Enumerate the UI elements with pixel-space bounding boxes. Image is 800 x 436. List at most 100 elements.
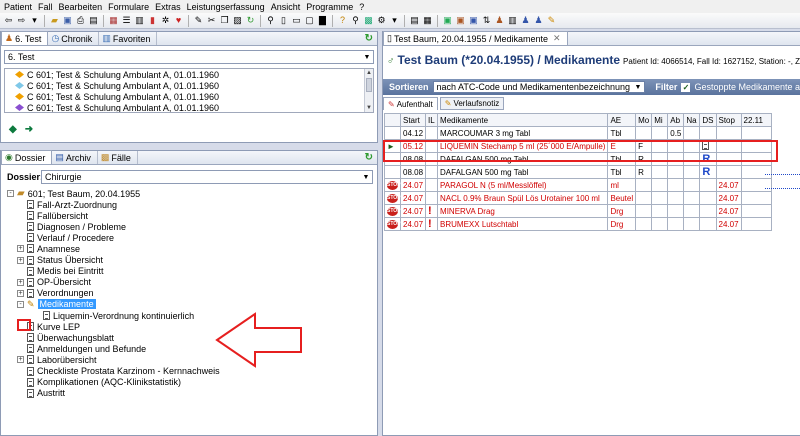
tab-dossier[interactable]: ◉ Dossier <box>1 150 53 164</box>
table-icon[interactable]: ▦ <box>422 15 433 26</box>
table-row[interactable]: STOP 24.07! MINERVA Drag Drg 24.07 <box>384 204 772 218</box>
folder-icon[interactable]: ▰ <box>49 15 60 26</box>
user-icon[interactable]: ♟ <box>494 15 505 26</box>
list-item[interactable]: C 601; Test & Schulung Ambulant A, 01.01… <box>5 80 373 91</box>
tree-item[interactable]: + Anamnese <box>17 243 80 254</box>
scroll-up-icon[interactable]: ▲ <box>365 69 373 77</box>
menu-item[interactable]: Programme <box>304 2 357 12</box>
patient-select[interactable]: 6. Test ▼ <box>4 50 374 64</box>
tab-chronik[interactable]: ◷ Chronik <box>48 32 100 45</box>
find-icon[interactable]: ⚲ <box>265 15 276 26</box>
scroll-down-icon[interactable]: ▼ <box>365 104 373 112</box>
column-header[interactable]: Medikamente <box>437 113 609 127</box>
arrow-left-icon[interactable]: ◆ <box>9 124 17 135</box>
refresh-icon[interactable]: ↻ <box>365 152 373 163</box>
stopped-meds-checkbox[interactable]: ✓ <box>681 82 691 92</box>
tree-item[interactable]: + Laborübersicht <box>17 354 97 365</box>
chart-bar-icon[interactable]: ▇ <box>317 15 328 26</box>
tab-patient[interactable]: ♟ 6. Test <box>1 31 49 45</box>
menu-item[interactable]: Formulare <box>106 2 153 12</box>
expand-icon[interactable]: + <box>17 356 24 364</box>
tab-verlaufsnotiz[interactable]: ✎ Verlaufsnotiz <box>439 97 505 110</box>
refresh-icon[interactable]: ↻ <box>245 15 256 26</box>
gear-icon[interactable]: ⚙ <box>376 15 387 26</box>
column-header[interactable]: DS <box>699 113 717 127</box>
expand-icon[interactable]: + <box>17 278 24 286</box>
tree-item[interactable]: Checkliste Prostata Karzinom - Kernnachw… <box>17 366 220 377</box>
collapse-icon[interactable]: - <box>17 300 24 308</box>
column-header[interactable]: AE <box>607 113 637 127</box>
column-header[interactable]: 22.11 <box>740 113 772 127</box>
copy-icon[interactable]: ❐ <box>219 15 230 26</box>
chevron-down-icon[interactable]: ▾ <box>389 15 400 26</box>
table-row[interactable]: 08.08 DAFALGAN 500 mg Tabl Tbl R R <box>384 165 772 179</box>
image-icon[interactable]: ▩ <box>363 15 374 26</box>
list-item[interactable]: C 601; Test & Schulung Ambulant A, 01.01… <box>5 91 373 102</box>
document-icon[interactable]: ▯ <box>278 15 289 26</box>
tree-item[interactable]: Diagnosen / Probleme <box>17 221 126 232</box>
case-list-scrollbar[interactable]: ▲ ▼ <box>364 69 373 112</box>
form-icon[interactable]: ▤ <box>409 15 420 26</box>
tree-item[interactable]: + Verordnungen <box>17 288 94 299</box>
heart-icon[interactable]: ♥ <box>173 15 184 26</box>
expand-icon[interactable]: + <box>17 245 24 253</box>
settings-icon[interactable]: ✲ <box>160 15 171 26</box>
grid-icon[interactable]: ▥ <box>134 15 145 26</box>
menu-item[interactable]: Ansicht <box>269 2 305 12</box>
scissors-icon[interactable]: ✂ <box>206 15 217 26</box>
edit-icon[interactable]: ✎ <box>546 15 557 26</box>
tree-item[interactable]: Überwachungsblatt <box>17 332 114 343</box>
chart-icon[interactable]: ▮ <box>147 15 158 26</box>
table-row[interactable]: STOP 24.07 PARAGOL N (5 ml/Messlöffel) ml 24… <box>384 178 772 192</box>
tree-item[interactable]: Fallübersicht <box>17 210 88 221</box>
window-icon[interactable]: ▢ <box>304 15 315 26</box>
tree-item[interactable]: Fall-Arzt-Zuordnung <box>17 199 117 210</box>
column-header[interactable]: Mi <box>651 113 669 127</box>
person-icon[interactable]: ♟ <box>520 15 531 26</box>
scroll-thumb[interactable] <box>366 78 372 92</box>
help-icon[interactable]: ? <box>337 15 348 26</box>
list-item[interactable]: C 601; Test & Schulung Ambulant A, 01.01… <box>5 69 373 80</box>
tree-item[interactable]: Medis bei Eintritt <box>17 266 104 277</box>
table-row[interactable]: STOP 24.07! BRUMEXX Lutschtabl Drg 24.07 <box>384 217 772 231</box>
export-icon[interactable]: ▣ <box>442 15 453 26</box>
import-icon[interactable]: ▣ <box>455 15 466 26</box>
back-icon[interactable]: ⇦ <box>3 15 14 26</box>
chevron-down-icon[interactable]: ▼ <box>361 51 373 63</box>
menu-item[interactable]: Bearbeiten <box>57 2 107 12</box>
tree-item[interactable]: Komplikationen (AQC-Klinikstatistik) <box>17 377 181 388</box>
tree-item[interactable]: + Status Übersicht <box>17 255 103 266</box>
menu-item[interactable]: Extras <box>153 2 185 12</box>
chevron-down-icon[interactable]: ▼ <box>360 171 372 183</box>
column-header[interactable]: Stop <box>715 113 742 127</box>
tab-aufenthalt[interactable]: ✎ Aufenthalt <box>383 97 438 110</box>
tab-faelle[interactable]: ▩ Fälle <box>98 151 138 164</box>
layout-icon[interactable]: ▥ <box>507 15 518 26</box>
menu-item[interactable]: Fall <box>36 2 57 12</box>
group-icon[interactable]: ♟ <box>533 15 544 26</box>
tab-favoriten[interactable]: ▥ Favoriten <box>99 32 158 45</box>
chevron-down-icon[interactable]: ▼ <box>634 84 641 91</box>
magnifier-icon[interactable]: ⚲ <box>350 15 361 26</box>
print-icon[interactable]: ⎙ <box>75 15 86 26</box>
tree-item[interactable]: - ✎ Medikamente <box>17 299 96 310</box>
archive-icon[interactable]: ▣ <box>468 15 479 26</box>
collapse-icon[interactable]: - <box>7 190 14 197</box>
calendar-icon[interactable]: ▦ <box>108 15 119 26</box>
column-header[interactable]: Mo <box>635 113 653 127</box>
dossier-select[interactable]: Chirurgie ▼ <box>41 170 373 184</box>
tree-item[interactable]: Austritt <box>17 388 65 399</box>
menu-item[interactable]: ? <box>357 2 368 12</box>
pen-icon[interactable]: ✎ <box>193 15 204 26</box>
column-header[interactable]: Na <box>683 113 701 127</box>
tree-item[interactable]: + OP-Übersicht <box>17 277 91 288</box>
expand-icon[interactable]: + <box>17 289 24 297</box>
table-row[interactable]: STOP 24.07 NACL 0.9% Braun Spül Lös Urotai… <box>384 191 772 205</box>
paste-icon[interactable]: ▨ <box>232 15 243 26</box>
list-icon[interactable]: ☰ <box>121 15 132 26</box>
column-header[interactable]: Start <box>399 113 427 127</box>
menu-item[interactable]: Patient <box>2 2 36 12</box>
tab-archiv[interactable]: ▤ Archiv <box>52 151 98 164</box>
forward-icon[interactable]: ⇨ <box>16 15 27 26</box>
sort-select[interactable]: nach ATC-Code und Medikamentenbezeichnun… <box>432 81 646 93</box>
